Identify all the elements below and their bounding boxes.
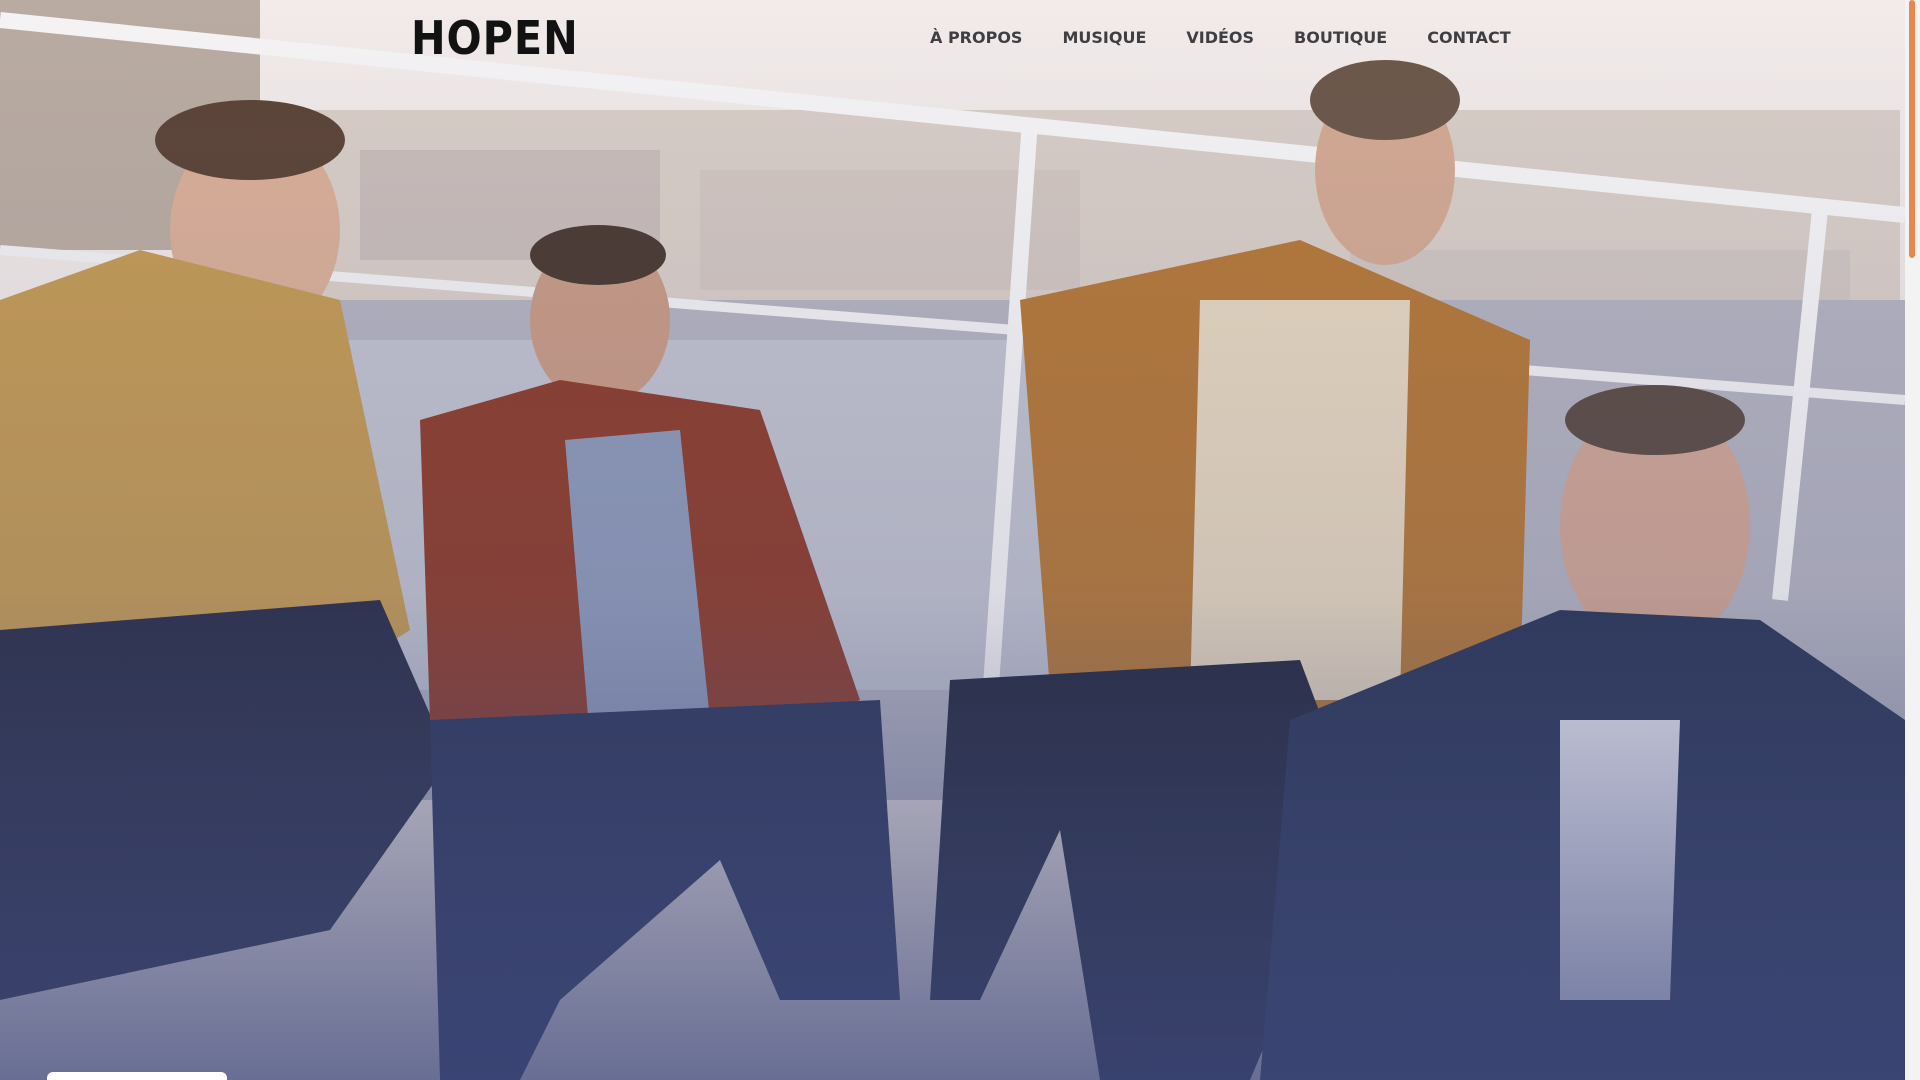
page: HOPEN À PROPOS MUSIQUE VIDÉOS BOUTIQUE C… [0, 0, 1920, 1080]
site-header: HOPEN À PROPOS MUSIQUE VIDÉOS BOUTIQUE C… [0, 0, 1905, 80]
nav-item-boutique[interactable]: BOUTIQUE [1294, 27, 1387, 49]
nav-item-musique[interactable]: MUSIQUE [1062, 27, 1146, 49]
hero-photo-illustration [0, 0, 1905, 1080]
nav-item-videos[interactable]: VIDÉOS [1186, 27, 1254, 49]
nav-item-a-propos[interactable]: À PROPOS [930, 27, 1022, 49]
hero-band-photo [0, 0, 1905, 1080]
main-nav: À PROPOS MUSIQUE VIDÉOS BOUTIQUE CONTACT [930, 27, 1511, 49]
hopen-logo[interactable]: HOPEN [411, 12, 579, 64]
bottom-content-card[interactable] [47, 1072, 227, 1080]
scrollbar-thumb[interactable] [1909, 0, 1915, 258]
page-scrollbar[interactable] [1905, 0, 1920, 1080]
nav-item-contact[interactable]: CONTACT [1427, 27, 1510, 49]
